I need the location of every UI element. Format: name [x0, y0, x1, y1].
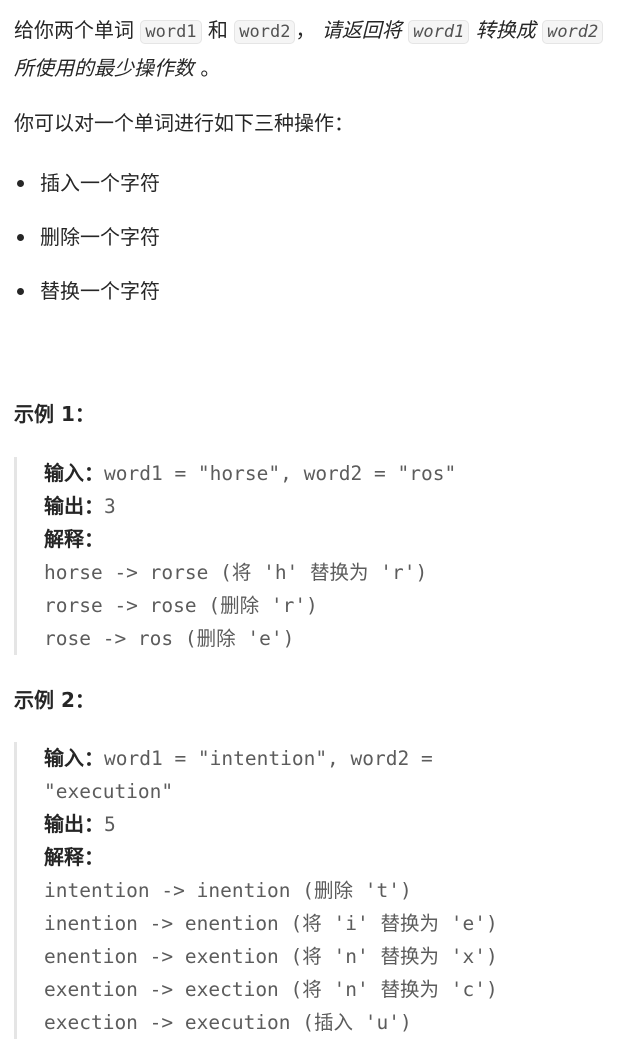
output-value: 5 [104, 813, 116, 836]
example-1-block: 输入：word1 = "horse", word2 = "ros" 输出：3 解… [14, 457, 614, 655]
output-label: 输出： [44, 812, 104, 836]
intro-text: 。 [194, 56, 221, 80]
bullet-icon [17, 234, 24, 241]
example-explain: 解释： [44, 841, 614, 874]
example-2-title: 示例 2： [14, 688, 95, 712]
problem-statement: 给你两个单词 word1 和 word2， 请返回将 word1 转换成 wor… [14, 12, 614, 86]
intro-text-italic: 所使用的最少操作数 [14, 56, 194, 80]
operations-list: 插入一个字符 删除一个字符 替换一个字符 [14, 168, 160, 330]
explain-step: exection -> execution (插入 'u') [44, 1011, 412, 1034]
explain-step: rorse -> rose (删除 'r') [44, 594, 318, 617]
list-item-label: 替换一个字符 [40, 279, 160, 303]
list-item: 替换一个字符 [14, 276, 160, 330]
input-value: word1 = "horse", word2 = "ros" [104, 462, 457, 485]
bullet-icon [17, 180, 24, 187]
explain-step: enention -> exention (将 'n' 替换为 'x') [44, 945, 498, 968]
output-value: 3 [104, 495, 116, 518]
example-explain: 解释： [44, 523, 614, 556]
example-output: 输出：3 [44, 490, 614, 523]
input-value-continued: "execution" [44, 780, 174, 803]
input-value: word1 = "intention", word2 = [104, 747, 433, 770]
input-label: 输入： [44, 461, 104, 485]
list-item: 删除一个字符 [14, 222, 160, 276]
explain-step: intention -> inention (删除 't') [44, 879, 412, 902]
input-label: 输入： [44, 746, 104, 770]
intro-text-italic: 请返回将 [315, 18, 409, 42]
inline-code-word2: word2 [234, 20, 296, 44]
example-input: 输入：word1 = "intention", word2 = [44, 742, 614, 775]
list-item-label: 插入一个字符 [40, 171, 160, 195]
inline-code-word1: word1 [140, 20, 202, 44]
explain-step: exention -> exection (将 'n' 替换为 'c') [44, 978, 498, 1001]
output-label: 输出： [44, 494, 104, 518]
explain-step: inention -> enention (将 'i' 替换为 'e') [44, 912, 498, 935]
bullet-icon [17, 288, 24, 295]
inline-code-word2: word2 [542, 20, 604, 44]
explain-label: 解释： [44, 527, 104, 551]
explain-label: 解释： [44, 845, 104, 869]
operations-lead: 你可以对一个单词进行如下三种操作： [14, 111, 354, 135]
intro-text: 给你两个单词 [14, 18, 141, 42]
inline-code-word1: word1 [408, 20, 470, 44]
explain-step: rose -> ros (删除 'e') [44, 627, 295, 650]
explain-step: horse -> rorse (将 'h' 替换为 'r') [44, 561, 428, 584]
list-item: 插入一个字符 [14, 168, 160, 222]
example-1-title: 示例 1： [14, 402, 95, 426]
example-input: 输入：word1 = "horse", word2 = "ros" [44, 457, 614, 490]
example-output: 输出：5 [44, 808, 614, 841]
intro-text: 和 [201, 18, 235, 42]
example-2-block: 输入：word1 = "intention", word2 = "executi… [14, 742, 614, 1039]
intro-text: ， [295, 18, 316, 42]
intro-text-italic: 转换成 [469, 18, 543, 42]
list-item-label: 删除一个字符 [40, 225, 160, 249]
